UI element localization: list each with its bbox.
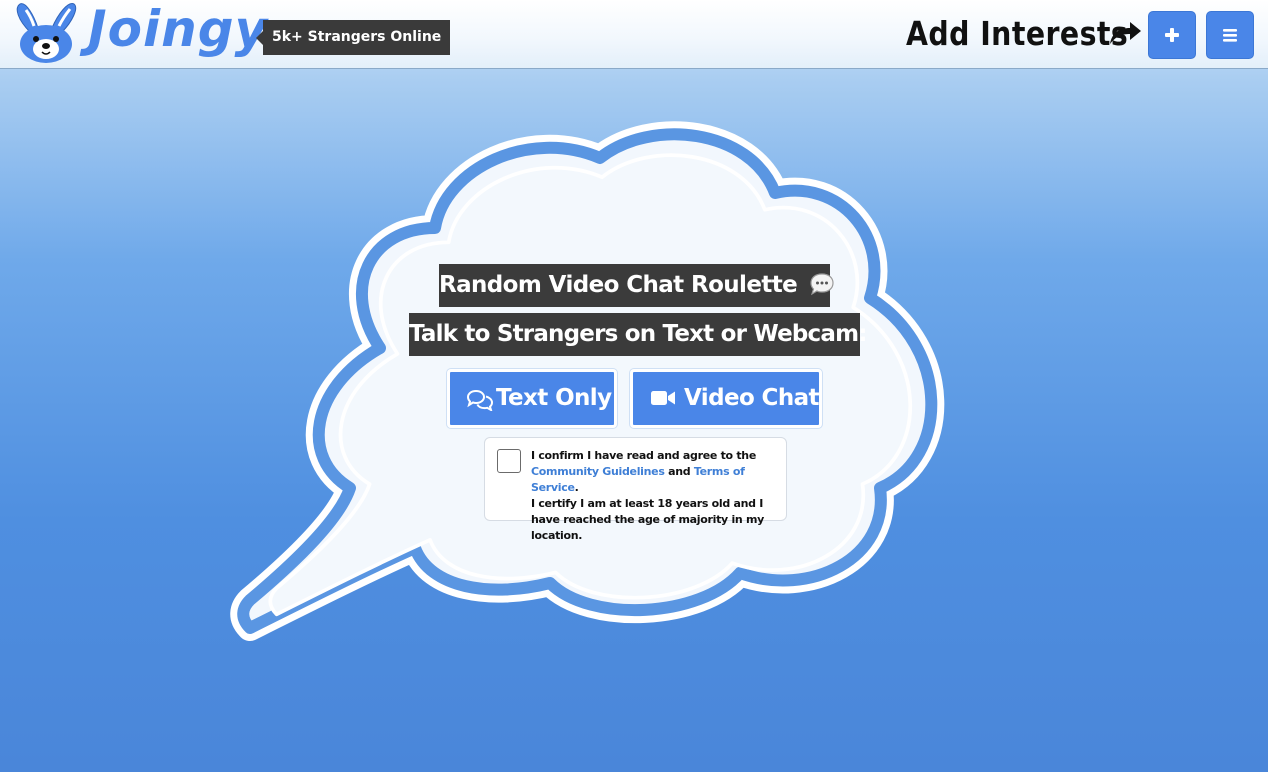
- consent-period: .: [574, 481, 579, 494]
- video-chat-label: Video Chat: [684, 385, 820, 411]
- logo-wordmark: Joingy: [88, 0, 269, 58]
- top-bar: Joingy 5k+ Strangers Online Add Interest…: [0, 0, 1268, 69]
- video-camera-icon: [651, 391, 675, 405]
- curved-arrow-icon: [1110, 22, 1141, 44]
- hamburger-menu-icon: [1223, 29, 1237, 42]
- video-chat-button[interactable]: Video Chat: [630, 369, 822, 428]
- text-only-label: Text Only: [496, 385, 612, 411]
- page-subtitle: Talk to Strangers on Text or Webcam:: [409, 313, 867, 356]
- add-interest-button[interactable]: [1148, 11, 1196, 59]
- consent-and: and: [668, 465, 691, 478]
- add-interests-label: Add Interests: [906, 14, 1129, 53]
- page-title: Random Video Chat Roulette: [439, 264, 834, 307]
- consent-box: I confirm I have read and agree to the C…: [484, 437, 787, 542]
- online-count-badge: 5k+ Strangers Online: [255, 20, 451, 55]
- menu-button[interactable]: [1206, 11, 1254, 59]
- plus-icon: [1165, 28, 1179, 42]
- chat-bubbles-icon: [467, 389, 493, 411]
- page-title-text: Random Video Chat Roulette: [439, 272, 798, 298]
- bunny-logo-icon: [16, 3, 77, 63]
- consent-line-1: I confirm I have read and agree to the: [531, 449, 756, 462]
- speech-bubble-icon: [809, 272, 834, 295]
- text-only-button[interactable]: Text Only: [447, 369, 617, 428]
- community-guidelines-link[interactable]: Community Guidelines: [531, 465, 665, 478]
- joingy-logo[interactable]: Joingy: [12, 0, 267, 64]
- age-terms-checkbox[interactable]: [497, 449, 521, 473]
- consent-age-certification: I certify I am at least 18 years old and…: [531, 497, 765, 542]
- consent-text: I confirm I have read and agree to the C…: [531, 448, 781, 544]
